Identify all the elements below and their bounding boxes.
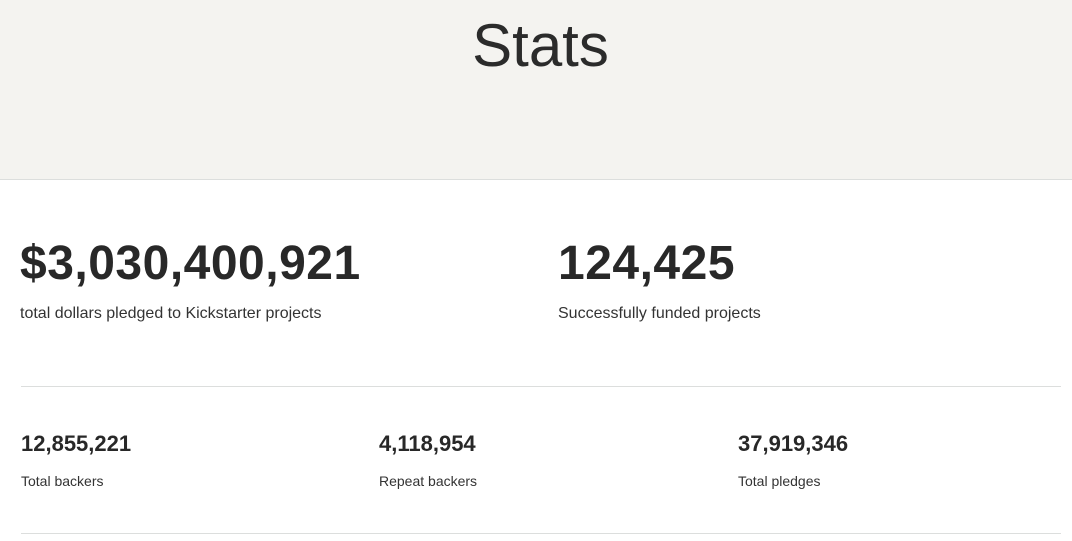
page-title: Stats bbox=[472, 12, 609, 79]
section-divider bbox=[21, 386, 1061, 387]
total-pledges-value: 37,919,346 bbox=[738, 431, 849, 456]
stats-header: Stats bbox=[0, 0, 1072, 180]
funded-projects-stat: 124,425 Successfully funded projects bbox=[558, 236, 761, 324]
total-backers-value: 12,855,221 bbox=[21, 431, 132, 456]
total-backers-label: Total backers bbox=[21, 473, 104, 489]
section-divider-bottom bbox=[21, 533, 1061, 534]
repeat-backers-stat: 4,118,954 Repeat backers bbox=[379, 431, 477, 490]
repeat-backers-value: 4,118,954 bbox=[379, 431, 476, 456]
total-pledged-stat: $3,030,400,921 total dollars pledged to … bbox=[20, 236, 361, 324]
total-pledged-label: total dollars pledged to Kickstarter pro… bbox=[20, 305, 322, 322]
repeat-backers-label: Repeat backers bbox=[379, 473, 478, 489]
funded-projects-value: 124,425 bbox=[558, 237, 736, 290]
funded-projects-label: Successfully funded projects bbox=[558, 305, 761, 322]
total-pledged-value: $3,030,400,921 bbox=[20, 237, 361, 290]
total-pledges-stat: 37,919,346 Total pledges bbox=[738, 431, 848, 490]
total-backers-stat: 12,855,221 Total backers bbox=[21, 431, 131, 490]
total-pledges-label: Total pledges bbox=[738, 473, 821, 489]
